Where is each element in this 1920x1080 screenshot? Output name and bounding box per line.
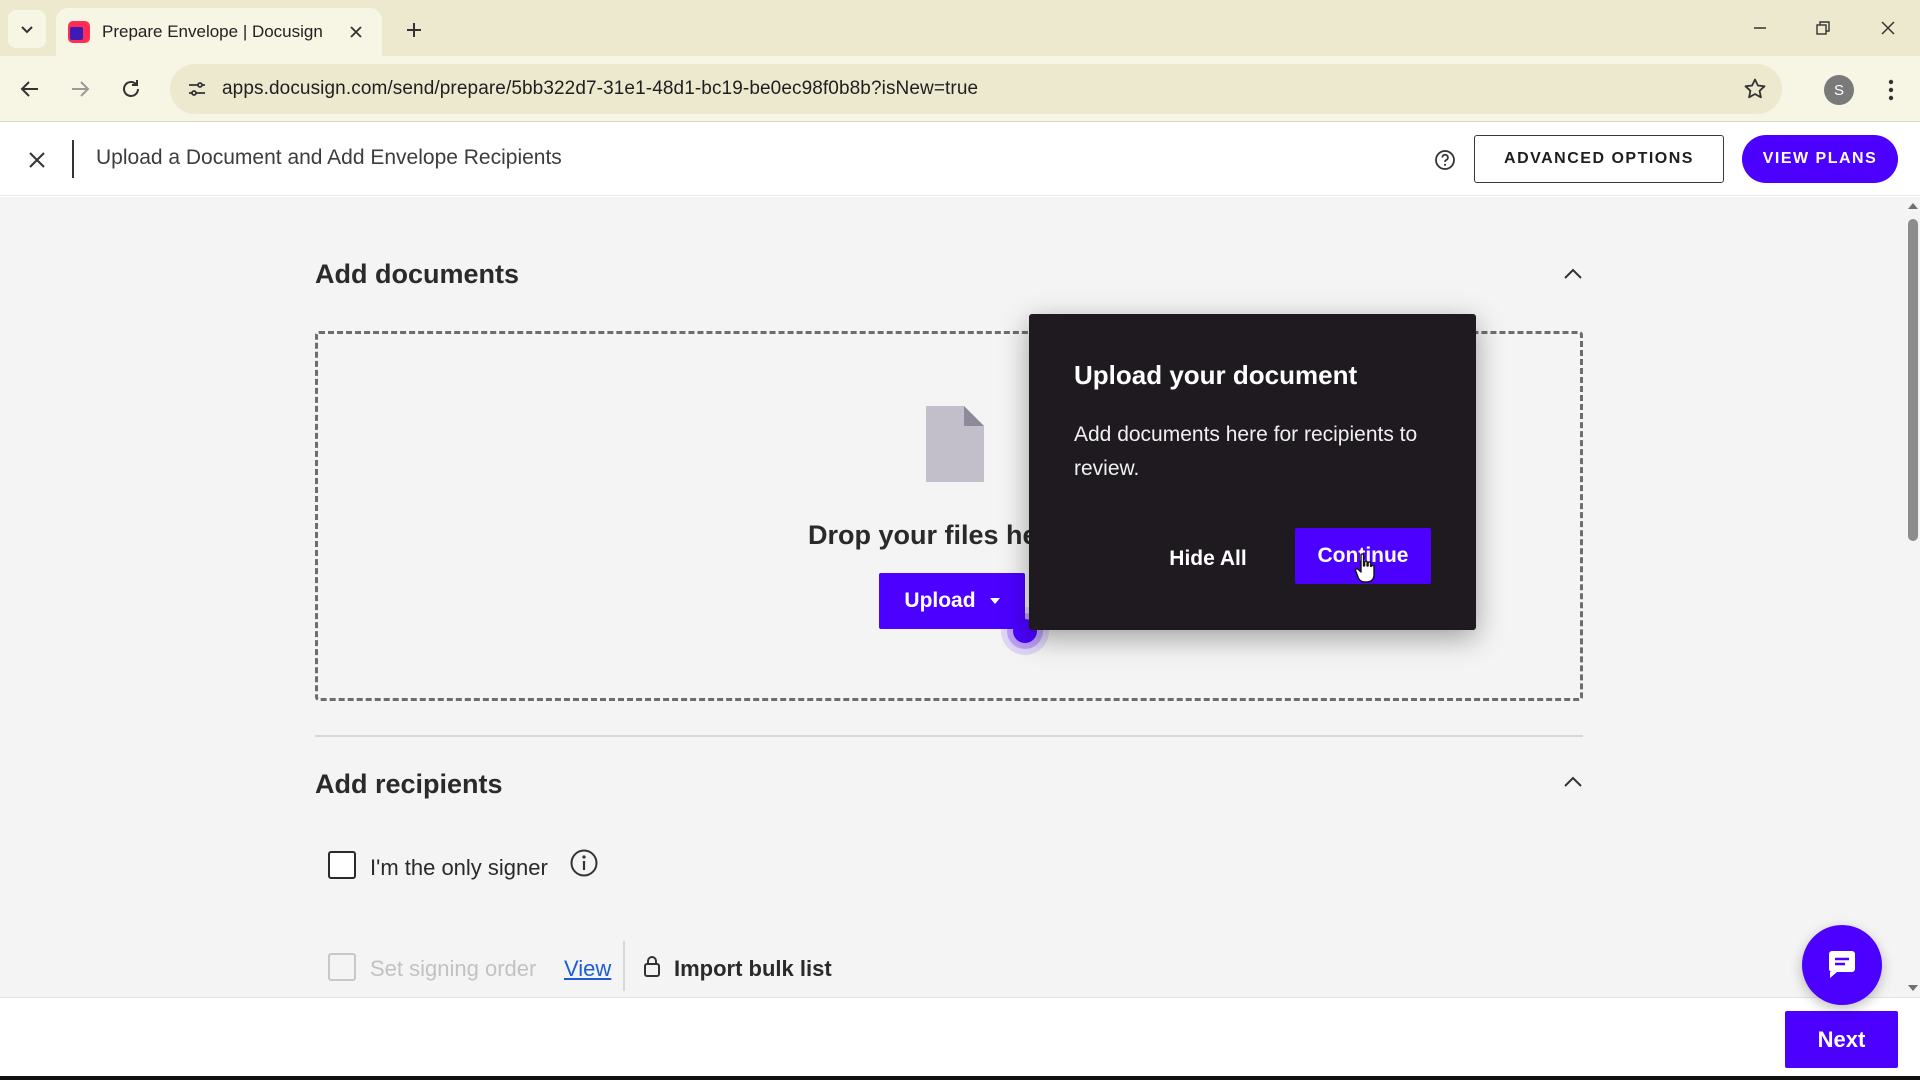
chat-button[interactable] [1802, 925, 1882, 1005]
restore-button[interactable] [1803, 10, 1843, 46]
only-signer-checkbox[interactable] [328, 851, 356, 879]
add-recipients-title: Add recipients [315, 769, 503, 799]
hide-all-button[interactable]: Hide All [1156, 533, 1260, 585]
scrollbar-thumb[interactable] [1908, 219, 1918, 541]
only-signer-label: I'm the only signer [370, 855, 548, 880]
arrow-left-icon [20, 81, 38, 97]
close-icon [1881, 21, 1895, 35]
browser-tab[interactable]: Prepare Envelope | Docusign [56, 8, 382, 56]
caret-down-icon [989, 598, 1000, 604]
upload-tour-popover: Upload your document Add documents here … [1029, 314, 1476, 630]
popover-body: Add documents here for recipients to rev… [1074, 423, 1418, 480]
collapse-documents-button[interactable] [1558, 259, 1588, 289]
arrow-right-icon [72, 81, 90, 97]
triangle-down-icon [1908, 985, 1918, 991]
app-header: Upload a Document and Add Envelope Recip… [0, 122, 1920, 196]
help-icon [1435, 150, 1455, 170]
screen-bottom-edge [0, 1076, 1920, 1080]
document-icon [926, 406, 984, 482]
add-documents-title: Add documents [315, 259, 520, 289]
advanced-options-button[interactable]: ADVANCED OPTIONS [1474, 135, 1724, 183]
browser-menu-button[interactable] [1876, 73, 1906, 107]
view-signing-order-link[interactable]: View [564, 956, 611, 982]
chevron-up-icon [1564, 776, 1582, 787]
chevron-up-icon [1564, 268, 1582, 279]
close-icon [350, 26, 362, 38]
star-icon [1744, 78, 1766, 99]
minimize-button[interactable] [1740, 10, 1780, 46]
reload-icon [123, 80, 139, 97]
minimize-icon [1754, 27, 1766, 29]
site-settings-button[interactable] [182, 74, 212, 104]
main-content: Add documents Drop your files he Upload … [0, 197, 1906, 997]
tab-close-button[interactable] [344, 20, 368, 44]
docusign-favicon-icon [68, 21, 90, 43]
new-tab-button[interactable] [398, 14, 430, 46]
window-close-button[interactable] [1868, 10, 1908, 46]
collapse-recipients-button[interactable] [1558, 767, 1588, 797]
plus-icon [407, 23, 421, 37]
browser-tab-bar: Prepare Envelope | Docusign [0, 0, 1920, 56]
restore-icon [1816, 21, 1830, 35]
next-button[interactable]: Next [1785, 1011, 1898, 1068]
forward-button[interactable] [60, 69, 100, 109]
upload-button[interactable]: Upload [879, 573, 1025, 629]
vertical-divider [623, 941, 625, 991]
popover-title: Upload your document [1074, 360, 1358, 390]
upload-label: Upload [904, 589, 976, 612]
section-divider [315, 735, 1583, 737]
url-text: apps.docusign.com/send/prepare/5bb322d7-… [222, 78, 979, 99]
help-button[interactable] [1430, 145, 1460, 175]
chat-icon [1829, 951, 1855, 978]
lock-icon [644, 956, 660, 977]
triangle-up-icon [1908, 203, 1918, 209]
bookmark-button[interactable] [1742, 76, 1768, 102]
tab-title: Prepare Envelope | Docusign [102, 22, 323, 41]
address-bar[interactable]: apps.docusign.com/send/prepare/5bb322d7-… [170, 64, 1782, 114]
view-plans-button[interactable]: VIEW PLANS [1742, 135, 1898, 183]
chevron-down-icon [21, 26, 33, 34]
signing-order-label: Set signing order [370, 956, 537, 981]
import-bulk-list-button[interactable]: Import bulk list [674, 956, 832, 982]
close-envelope-button[interactable] [22, 145, 52, 175]
tab-list-button[interactable] [8, 10, 46, 48]
drop-files-text: Drop your files he [808, 520, 1038, 550]
browser-toolbar: apps.docusign.com/send/prepare/5bb322d7-… [0, 56, 1920, 122]
scroll-down-arrow[interactable] [1908, 983, 1918, 993]
tune-icon [189, 82, 205, 96]
hand-cursor-icon [1354, 553, 1375, 583]
signing-order-checkbox[interactable] [328, 953, 356, 981]
back-button[interactable] [10, 69, 50, 109]
footer-bar: Next [0, 997, 1920, 1080]
page-scrollbar[interactable] [1906, 197, 1920, 997]
more-vert-icon [1888, 79, 1894, 101]
header-divider [72, 140, 74, 178]
scroll-up-arrow[interactable] [1908, 201, 1918, 211]
info-icon[interactable] [569, 848, 599, 878]
page-title: Upload a Document and Add Envelope Recip… [96, 146, 562, 169]
profile-avatar[interactable]: S [1824, 75, 1854, 105]
reload-button[interactable] [111, 69, 151, 109]
close-icon [29, 152, 45, 168]
